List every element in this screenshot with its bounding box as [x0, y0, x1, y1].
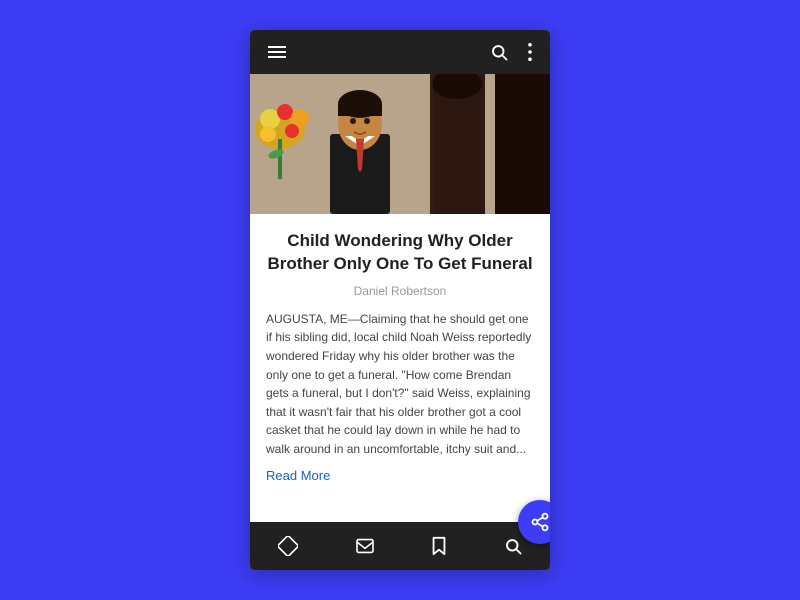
- nav-right: [486, 39, 536, 65]
- article-body: AUGUSTA, ME—Claiming that he should get …: [266, 310, 534, 459]
- menu-button[interactable]: [264, 42, 290, 62]
- top-navbar: [250, 30, 550, 74]
- read-more-link[interactable]: Read More: [266, 468, 330, 483]
- more-vertical-icon: [528, 43, 532, 61]
- more-button[interactable]: [524, 39, 536, 65]
- bottom-navbar: [250, 522, 550, 570]
- home-button[interactable]: [272, 530, 304, 562]
- article-photo: [250, 74, 550, 214]
- bookmark-button[interactable]: [425, 530, 453, 562]
- bookmark-icon: [431, 536, 447, 556]
- article-content: Child Wondering Why Older Brother Only O…: [250, 214, 550, 493]
- home-diamond-icon: [278, 536, 298, 556]
- content-area: Child Wondering Why Older Brother Only O…: [250, 74, 550, 522]
- search-icon: [490, 43, 508, 61]
- article-title: Child Wondering Why Older Brother Only O…: [266, 230, 534, 276]
- phone-frame: Child Wondering Why Older Brother Only O…: [250, 30, 550, 570]
- mail-button[interactable]: [349, 532, 381, 560]
- search-button[interactable]: [486, 39, 512, 65]
- nav-left: [264, 42, 290, 62]
- share-icon: [530, 512, 550, 532]
- search-bottom-icon: [504, 537, 522, 555]
- article-author: Daniel Robertson: [266, 284, 534, 298]
- article-image: [250, 74, 550, 214]
- mail-icon: [355, 538, 375, 554]
- hamburger-icon: [268, 46, 286, 58]
